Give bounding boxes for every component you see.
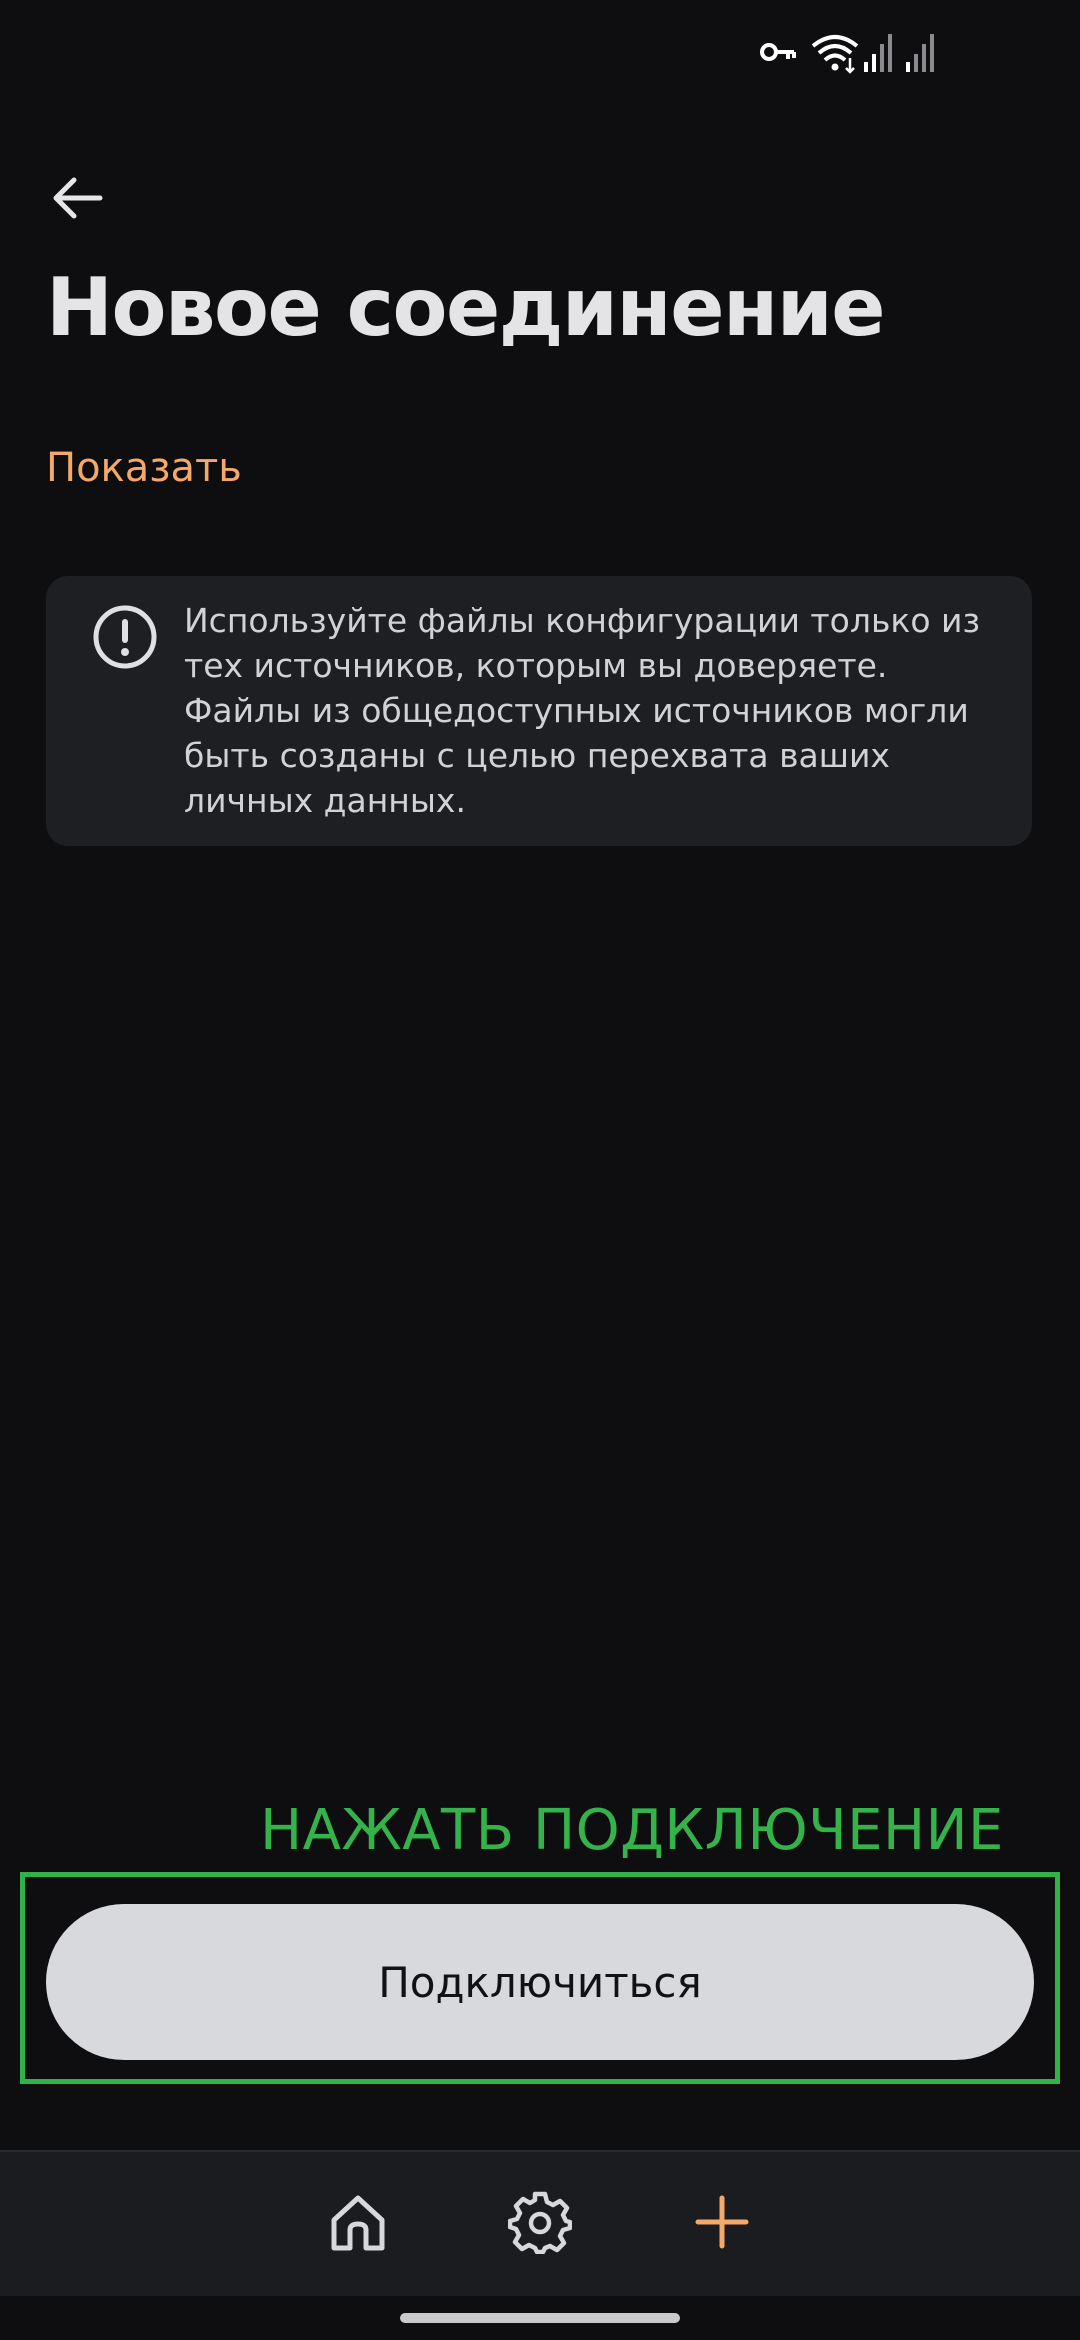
page-title: Новое соединение [46,261,886,354]
exclamation-circle-icon [93,605,157,669]
status-bar [0,30,1080,74]
show-link[interactable]: Показать [46,440,242,496]
gear-icon [508,2191,572,2254]
arrow-left-icon [53,177,103,219]
nav-add-button[interactable] [682,2182,762,2262]
signal-icon [906,34,934,72]
nav-settings-button[interactable] [500,2182,580,2262]
screen: Новое соединение Показать Используйте фа… [0,0,1080,2340]
wifi-icon [811,35,859,74]
warning-text: Используйте файлы конфигурации только из… [184,601,980,820]
vpn-key-icon [760,43,796,61]
home-indicator[interactable] [400,2313,680,2323]
annotation-hint: НАЖАТЬ ПОДКЛЮЧЕНИЕ [260,1798,1004,1863]
warning-card: Используйте файлы конфигурации только из… [46,576,1032,846]
signal-icon [864,34,892,72]
bottom-nav [0,2150,1080,2296]
nav-home-button[interactable] [318,2182,398,2262]
home-icon [331,2195,385,2251]
back-button[interactable] [40,160,116,236]
plus-icon [695,2195,749,2249]
connect-button[interactable]: Подключиться [46,1904,1034,2060]
